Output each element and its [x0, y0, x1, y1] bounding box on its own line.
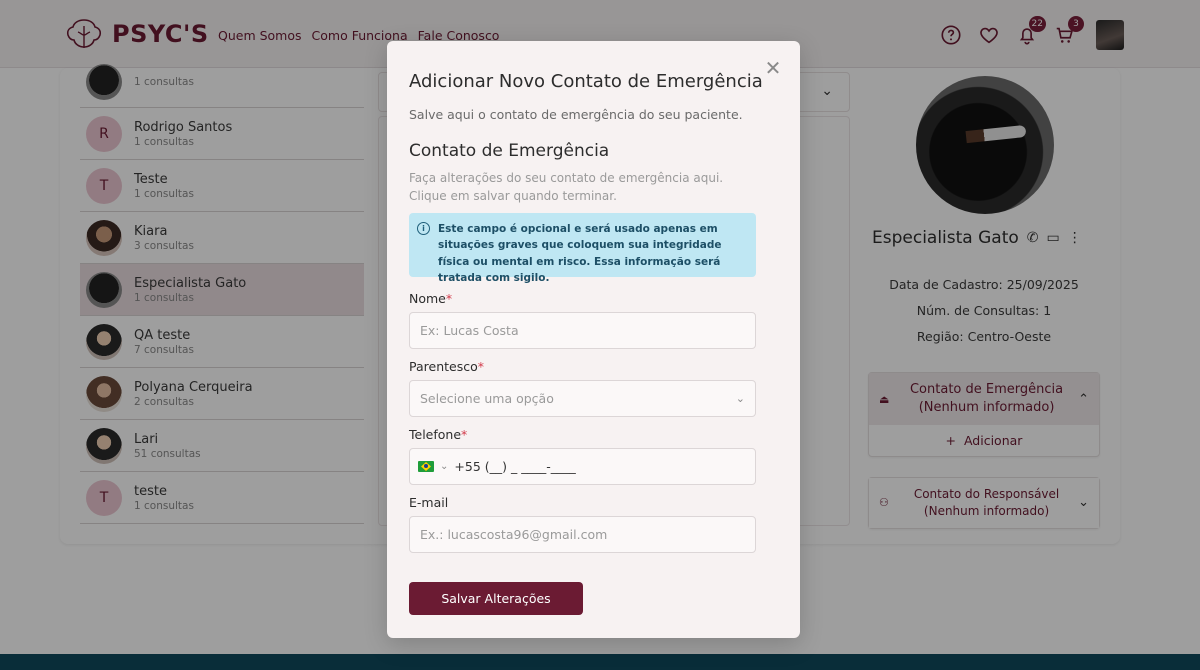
name-input[interactable]: [409, 312, 756, 349]
relation-label-text: Parentesco: [409, 359, 478, 374]
phone-input[interactable]: [454, 459, 715, 474]
brazil-flag-icon[interactable]: [418, 461, 434, 472]
required-marker: *: [477, 359, 484, 374]
relation-label: Parentesco*: [409, 359, 484, 374]
relation-placeholder: Selecione uma opção: [420, 391, 554, 406]
phone-field: ⌄: [409, 448, 756, 485]
chevron-down-icon[interactable]: ⌄: [440, 461, 448, 472]
info-alert: i Este campo é opcional e será usado ape…: [409, 213, 756, 284]
required-marker: *: [461, 427, 468, 442]
section-title: Contato de Emergência: [409, 141, 610, 161]
save-button[interactable]: Salvar Alterações: [409, 582, 583, 615]
info-icon: i: [417, 222, 430, 235]
modal-subtitle: Salve aqui o contato de emergência do se…: [409, 107, 743, 122]
required-marker: *: [445, 291, 453, 306]
alert-text: Este campo é opcional e será usado apena…: [438, 223, 722, 284]
phone-label-text: Telefone: [409, 427, 462, 442]
close-icon[interactable]: ✕: [764, 58, 782, 78]
name-label-text: Nome: [409, 291, 446, 306]
email-input[interactable]: [409, 516, 756, 553]
email-label: E-mail: [409, 495, 449, 510]
phone-label: Telefone*: [409, 427, 467, 442]
name-label: Nome*: [409, 291, 452, 306]
section-description: Faça alterações do seu contato de emergê…: [409, 171, 724, 203]
modal-title: Adicionar Novo Contato de Emergência: [409, 71, 763, 92]
relation-select[interactable]: Selecione uma opção ⌄: [409, 380, 756, 417]
add-emergency-contact-modal: ✕ Adicionar Novo Contato de Emergência S…: [387, 41, 800, 638]
chevron-down-icon: ⌄: [735, 392, 745, 405]
